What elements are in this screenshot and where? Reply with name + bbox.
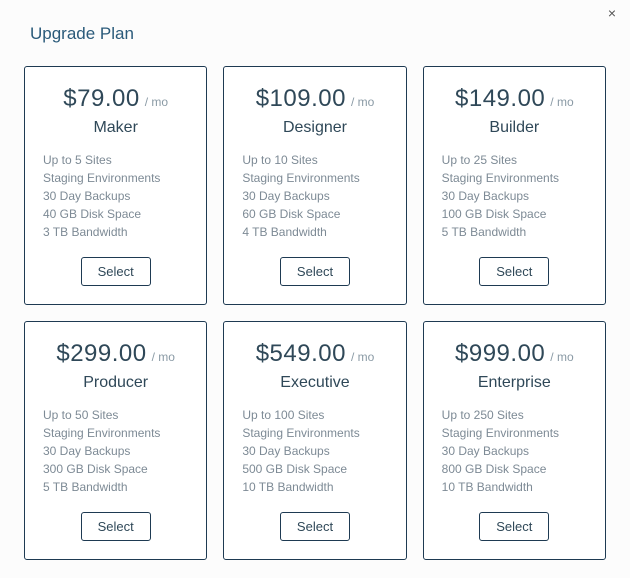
feature-item: Staging Environments <box>442 169 591 187</box>
plan-features: Up to 10 Sites Staging Environments 30 D… <box>238 151 391 241</box>
feature-item: Up to 5 Sites <box>43 151 192 169</box>
plan-name: Enterprise <box>478 374 551 392</box>
feature-item: Staging Environments <box>43 424 192 442</box>
plan-name: Maker <box>93 119 137 137</box>
feature-item: 30 Day Backups <box>43 442 192 460</box>
feature-item: Up to 25 Sites <box>442 151 591 169</box>
select-button[interactable]: Select <box>280 512 350 541</box>
plan-price: $149.00 <box>455 85 545 113</box>
feature-item: 30 Day Backups <box>442 442 591 460</box>
feature-item: 60 GB Disk Space <box>242 205 391 223</box>
plan-features: Up to 25 Sites Staging Environments 30 D… <box>438 151 591 241</box>
select-button[interactable]: Select <box>479 512 549 541</box>
feature-item: 30 Day Backups <box>242 187 391 205</box>
feature-item: 3 TB Bandwidth <box>43 223 192 241</box>
per-month-label: / mo <box>145 95 168 109</box>
feature-item: 30 Day Backups <box>43 187 192 205</box>
feature-item: 30 Day Backups <box>242 442 391 460</box>
plan-features: Up to 250 Sites Staging Environments 30 … <box>438 406 591 496</box>
feature-item: 300 GB Disk Space <box>43 460 192 478</box>
per-month-label: / mo <box>550 95 573 109</box>
plan-price: $299.00 <box>56 340 146 368</box>
feature-item: Staging Environments <box>242 424 391 442</box>
feature-item: 10 TB Bandwidth <box>242 478 391 496</box>
feature-item: 40 GB Disk Space <box>43 205 192 223</box>
feature-item: Up to 100 Sites <box>242 406 391 424</box>
feature-item: 100 GB Disk Space <box>442 205 591 223</box>
feature-item: 30 Day Backups <box>442 187 591 205</box>
feature-item: 4 TB Bandwidth <box>242 223 391 241</box>
plan-name: Builder <box>489 119 539 137</box>
per-month-label: / mo <box>351 95 374 109</box>
plan-features: Up to 5 Sites Staging Environments 30 Da… <box>39 151 192 241</box>
plan-name: Designer <box>283 119 347 137</box>
plan-name: Executive <box>280 374 349 392</box>
plan-card-executive: $549.00 / mo Executive Up to 100 Sites S… <box>223 321 406 560</box>
select-button[interactable]: Select <box>479 257 549 286</box>
feature-item: 10 TB Bandwidth <box>442 478 591 496</box>
price-row: $79.00 / mo <box>63 85 168 113</box>
price-row: $149.00 / mo <box>455 85 574 113</box>
per-month-label: / mo <box>152 350 175 364</box>
plan-features: Up to 100 Sites Staging Environments 30 … <box>238 406 391 496</box>
price-row: $999.00 / mo <box>455 340 574 368</box>
feature-item: Up to 250 Sites <box>442 406 591 424</box>
select-button[interactable]: Select <box>81 512 151 541</box>
select-button[interactable]: Select <box>280 257 350 286</box>
plans-grid: $79.00 / mo Maker Up to 5 Sites Staging … <box>0 44 630 578</box>
feature-item: Up to 50 Sites <box>43 406 192 424</box>
plan-card-builder: $149.00 / mo Builder Up to 25 Sites Stag… <box>423 66 606 305</box>
plan-name: Producer <box>83 374 148 392</box>
close-icon[interactable]: × <box>608 6 616 20</box>
feature-item: 5 TB Bandwidth <box>43 478 192 496</box>
page-title: Upgrade Plan <box>0 0 630 44</box>
plan-card-producer: $299.00 / mo Producer Up to 50 Sites Sta… <box>24 321 207 560</box>
plan-price: $109.00 <box>256 85 346 113</box>
feature-item: 5 TB Bandwidth <box>442 223 591 241</box>
plan-price: $79.00 <box>63 85 139 113</box>
per-month-label: / mo <box>550 350 573 364</box>
feature-item: Up to 10 Sites <box>242 151 391 169</box>
per-month-label: / mo <box>351 350 374 364</box>
feature-item: Staging Environments <box>242 169 391 187</box>
feature-item: 800 GB Disk Space <box>442 460 591 478</box>
price-row: $109.00 / mo <box>256 85 375 113</box>
plan-card-maker: $79.00 / mo Maker Up to 5 Sites Staging … <box>24 66 207 305</box>
price-row: $549.00 / mo <box>256 340 375 368</box>
plan-card-designer: $109.00 / mo Designer Up to 10 Sites Sta… <box>223 66 406 305</box>
plan-price: $549.00 <box>256 340 346 368</box>
feature-item: 500 GB Disk Space <box>242 460 391 478</box>
feature-item: Staging Environments <box>43 169 192 187</box>
price-row: $299.00 / mo <box>56 340 175 368</box>
plan-price: $999.00 <box>455 340 545 368</box>
select-button[interactable]: Select <box>81 257 151 286</box>
feature-item: Staging Environments <box>442 424 591 442</box>
plan-features: Up to 50 Sites Staging Environments 30 D… <box>39 406 192 496</box>
plan-card-enterprise: $999.00 / mo Enterprise Up to 250 Sites … <box>423 321 606 560</box>
